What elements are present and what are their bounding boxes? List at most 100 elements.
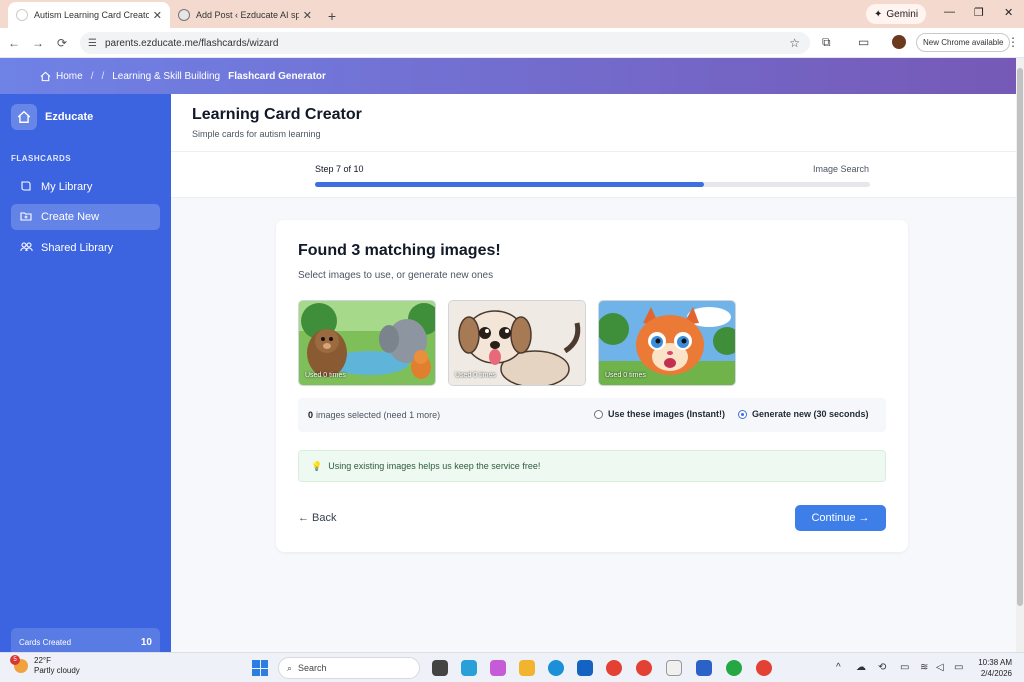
whatsapp-icon[interactable] — [726, 660, 742, 676]
browser-tab-active[interactable]: Autism Learning Card Creator ✕ — [8, 2, 170, 28]
breadcrumb: Home / / Learning & Skill Building Flash… — [0, 58, 1016, 94]
breadcrumb-home-label: Home — [56, 70, 83, 82]
home-icon — [11, 104, 37, 130]
page-scrollbar[interactable] — [1016, 58, 1024, 652]
back-arrow-icon[interactable]: ← — [2, 36, 26, 50]
radio-checked-icon — [738, 409, 747, 419]
outlook-icon[interactable] — [577, 660, 593, 676]
chrome-update-button[interactable]: New Chrome available — [916, 33, 1011, 52]
home-icon — [40, 71, 51, 81]
book-icon — [19, 180, 33, 195]
file-explorer-icon[interactable] — [519, 660, 535, 676]
tab-favicon-icon — [178, 9, 190, 21]
taskbar-search[interactable]: ⌕ Search — [278, 657, 420, 679]
profile-avatar[interactable] — [892, 35, 906, 49]
image-search-card: Found 3 matching images! Select images t… — [276, 220, 908, 552]
scrollbar-thumb[interactable] — [1017, 68, 1023, 606]
sync-icon[interactable]: ⟲ — [878, 662, 886, 673]
copilot-icon[interactable] — [490, 660, 506, 676]
lightbulb-icon: 💡 — [311, 460, 323, 471]
task-view-icon[interactable] — [432, 660, 448, 676]
sidebar-item-create-new[interactable]: Create New — [11, 204, 160, 230]
brand[interactable]: Ezducate — [11, 104, 93, 130]
breadcrumb-separator: / — [90, 70, 94, 82]
display-icon[interactable]: ▭ — [900, 662, 909, 673]
sidebar-section-title: FLASHCARDS — [11, 154, 72, 163]
store-app-icon[interactable] — [696, 660, 712, 676]
cloud-icon[interactable]: ☁ — [856, 662, 866, 673]
people-icon — [19, 241, 33, 256]
sidebar-item-label: Create New — [41, 211, 100, 223]
more-menu-icon[interactable]: ⋮ — [1007, 35, 1019, 49]
sparkle-icon: ✦ — [874, 8, 883, 20]
step-indicator: Step 7 of 10 — [315, 164, 364, 174]
close-window-icon[interactable]: ✕ — [1004, 6, 1013, 19]
image-option[interactable]: Used 0 times — [298, 300, 436, 386]
edge-browser-icon[interactable] — [548, 660, 564, 676]
weather-temp: 22°F — [34, 656, 51, 665]
search-icon: ⌕ — [287, 662, 293, 673]
browser-tab-inactive[interactable]: Add Post ‹ Ezducate AI special ✕ — [170, 2, 320, 28]
weather-icon: 5 — [10, 655, 28, 673]
chrome-icon[interactable] — [606, 660, 622, 676]
new-tab-button[interactable]: + — [320, 4, 344, 28]
sidebar: Ezducate FLASHCARDS My Library Create Ne… — [0, 94, 171, 656]
weather-widget[interactable]: 5 22°F Partly cloudy — [10, 655, 80, 676]
image-usage-count: Used 0 times — [455, 372, 496, 379]
image-option[interactable]: Used 0 times — [598, 300, 736, 386]
clock-date: 2/4/2026 — [980, 669, 1012, 678]
side-panel-icon[interactable]: ▭ — [858, 35, 869, 49]
tab-close-icon[interactable]: ✕ — [153, 9, 162, 22]
battery-icon[interactable]: ▭ — [954, 662, 963, 673]
wizard-progress: Step 7 of 10 Image Search — [171, 152, 1016, 198]
chrome-profile-icon[interactable] — [756, 660, 772, 676]
step-label: Image Search — [812, 164, 869, 174]
sidebar-item-my-library[interactable]: My Library — [11, 174, 160, 200]
tip-text: Using existing images helps us keep the … — [328, 461, 541, 471]
radio-unchecked-icon — [594, 409, 603, 419]
image-usage-count: Used 0 times — [605, 372, 646, 379]
tip-banner: 💡 Using existing images helps us keep th… — [298, 450, 886, 482]
wifi-icon[interactable]: ≋ — [920, 662, 928, 673]
address-bar[interactable]: ☰ parents.ezducate.me/flashcards/wizard … — [80, 32, 810, 54]
browser-toolbar: ← → ⟳ ☰ parents.ezducate.me/flashcards/w… — [0, 28, 1024, 58]
reload-icon[interactable]: ⟳ — [50, 36, 74, 50]
breadcrumb-home[interactable]: Home — [40, 71, 83, 82]
extensions-icon[interactable]: ⧉ — [822, 35, 831, 50]
start-windows-icon[interactable] — [252, 660, 268, 676]
bookmark-star-icon[interactable]: ☆ — [789, 36, 800, 50]
forward-arrow-icon[interactable]: → — [26, 36, 50, 50]
continue-button[interactable]: Continue → — [795, 505, 886, 531]
selected-text: images selected (need 1 more) — [316, 410, 441, 420]
back-button[interactable]: ← Back — [298, 512, 337, 524]
system-clock[interactable]: 10:38 AM 2/4/2026 — [972, 657, 1012, 679]
sidebar-item-shared-library[interactable]: Shared Library — [11, 235, 160, 261]
os-taskbar: 5 22°F Partly cloudy ⌕ Search ^ ☁ ⟲ ▭ ≋ … — [0, 652, 1024, 682]
volume-icon[interactable]: ◁ — [936, 662, 944, 673]
image-option[interactable]: Used 0 times — [448, 300, 586, 386]
breadcrumb-level1[interactable]: Learning & Skill Building — [112, 71, 220, 82]
site-settings-icon[interactable]: ☰ — [88, 38, 97, 49]
minimize-icon[interactable]: — — [944, 6, 955, 18]
snipping-tool-icon[interactable] — [666, 660, 682, 676]
tab-close-icon[interactable]: ✕ — [303, 9, 312, 22]
tab-title: Autism Learning Card Creator — [34, 10, 149, 20]
widgets-app-icon[interactable] — [461, 660, 477, 676]
selection-bar: 0 images selected (need 1 more) Use thes… — [298, 398, 886, 432]
use-existing-radio[interactable]: Use these images (Instant!) — [594, 409, 725, 419]
generate-new-radio[interactable]: Generate new (30 seconds) — [738, 409, 869, 419]
url-text: parents.ezducate.me/flashcards/wizard — [104, 37, 279, 49]
use-existing-label: Use these images (Instant!) — [608, 409, 726, 419]
sidebar-item-label: My Library — [41, 181, 93, 193]
weather-condition: Partly cloudy — [34, 666, 80, 675]
weather-badge: 5 — [10, 655, 20, 665]
restore-icon[interactable]: ❐ — [974, 6, 984, 19]
generate-new-label: Generate new (30 seconds) — [752, 409, 869, 419]
add-folder-icon — [19, 210, 33, 225]
update-label: New Chrome available — [923, 38, 1004, 47]
results-subheading: Select images to use, or generate new on… — [298, 270, 494, 281]
gemini-button[interactable]: ✦ Gemini — [866, 4, 927, 24]
chevron-up-icon[interactable]: ^ — [836, 662, 841, 673]
sidebar-item-label: Shared Library — [41, 242, 114, 254]
chrome-active-icon[interactable] — [636, 660, 652, 676]
